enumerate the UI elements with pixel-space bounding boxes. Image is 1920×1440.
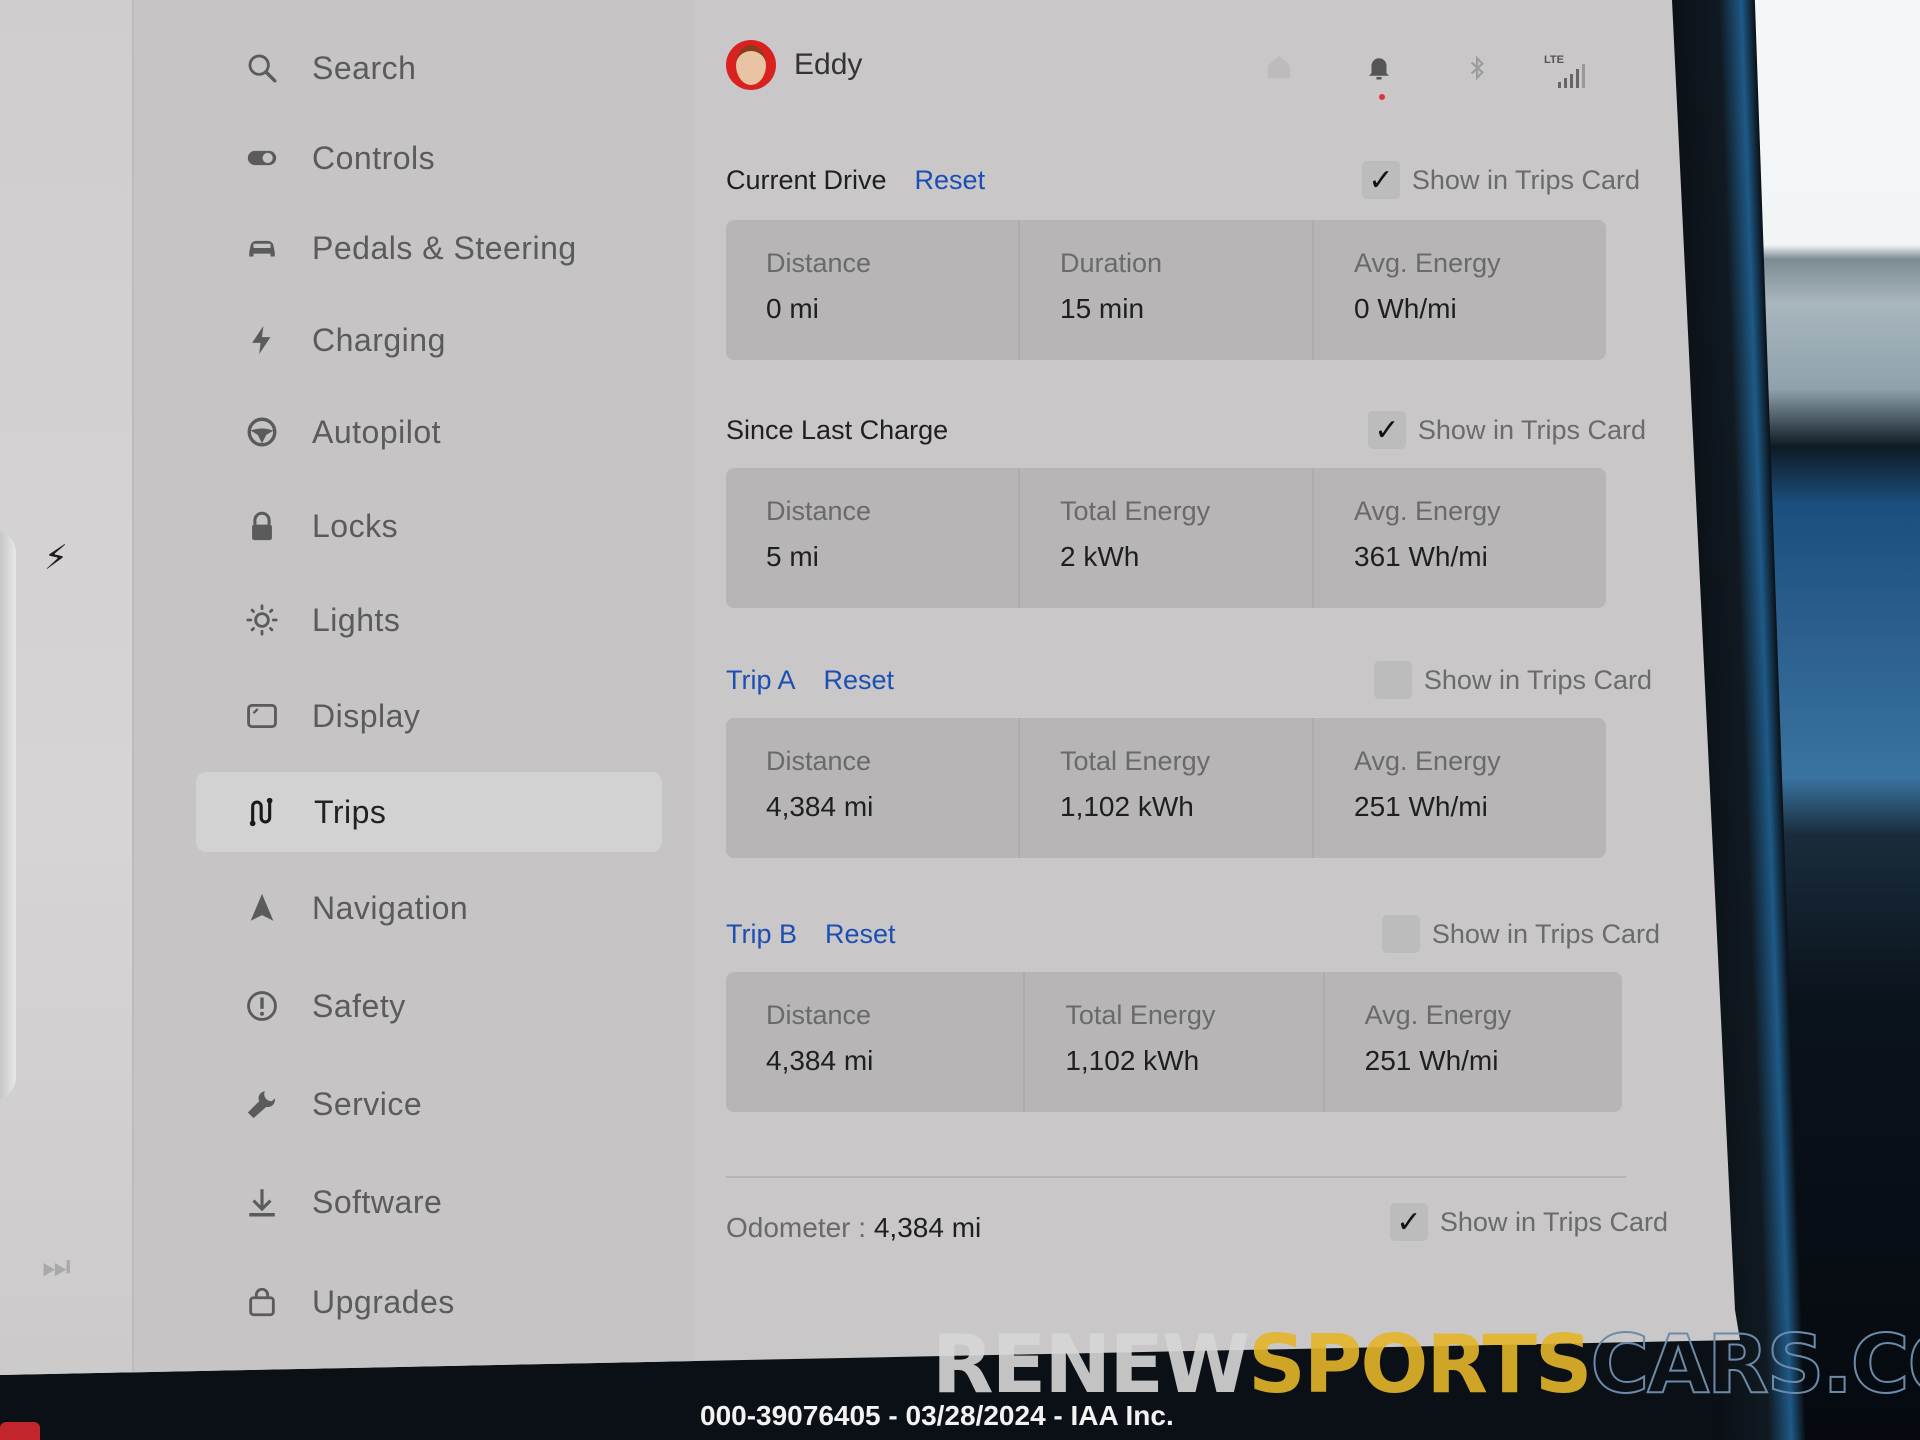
sidebar-item-service[interactable]: Service (194, 1064, 674, 1144)
watermark: RENEWSPORTSCARS.COM (932, 1317, 1920, 1412)
car-image (0, 530, 16, 1100)
trip-a-reset-button[interactable]: Reset (824, 665, 895, 696)
divider (726, 1176, 1626, 1178)
taskbar-app-icon[interactable] (0, 1422, 40, 1440)
profile-button[interactable]: Eddy (726, 40, 862, 90)
sidebar-item-pedals-steering[interactable]: Pedals & Steering (194, 208, 674, 288)
section-title: Trip B (726, 918, 798, 949)
sidebar-item-autopilot[interactable]: Autopilot (194, 392, 674, 472)
sidebar-item-display[interactable]: Display (194, 676, 674, 756)
section-title: Trip A (726, 664, 796, 695)
car-status-panel: ⚡︎ ⏭︎ (0, 0, 134, 1375)
trips-panel: Eddy LTE Current Drive Reset ✓ Show in T… (694, 0, 1694, 1375)
steering-wheel-icon (238, 415, 286, 449)
profile-name: Eddy (794, 48, 863, 81)
trips-route-icon (240, 795, 288, 829)
sidebar-item-safety[interactable]: Safety (194, 966, 674, 1046)
sidebar-item-controls[interactable]: Controls (194, 118, 674, 198)
stat-cell: Avg. Energy 251 Wh/mi (1354, 746, 1501, 822)
sidebar-item-charging[interactable]: Charging (194, 300, 674, 380)
touchscreen: ⚡︎ ⏭︎ Search Controls Pedals & Steering … (0, 0, 1740, 1375)
checkbox-unchecked (1373, 661, 1412, 699)
current-drive-card: Distance 0 mi Duration 15 min Avg. Energy 0… (726, 220, 1606, 360)
car-icon (238, 231, 286, 265)
since-last-charge-card: Distance 5 mi Total Energy 2 kWh Avg. Ener… (726, 468, 1606, 608)
photo-caption: 000-39076405 - 03/28/2024 - IAA Inc. (700, 1400, 1174, 1431)
wrench-icon (238, 1087, 286, 1121)
since-last-charge-show-checkbox[interactable]: ✓ Show in Trips Card (1367, 411, 1646, 449)
search-icon (238, 51, 286, 85)
odometer-row: ✓ Show in Trips Card (726, 1202, 1668, 1242)
odometer-show-checkbox[interactable]: ✓ Show in Trips Card (1389, 1203, 1668, 1241)
trip-b-show-checkbox[interactable]: Show in Trips Card (1381, 915, 1660, 953)
shopping-bag-icon (238, 1285, 286, 1319)
stat-cell: Total Energy 1,102 kWh (1020, 718, 1314, 858)
stat-cell: Avg. Energy 251 Wh/mi (1364, 1000, 1512, 1076)
safety-alert-icon (238, 989, 286, 1023)
section-title: Since Last Charge (726, 414, 949, 445)
section-title: Current Drive (726, 164, 887, 195)
current-drive-reset-button[interactable]: Reset (915, 165, 986, 196)
navigation-arrow-icon (238, 891, 286, 925)
sidebar-item-locks[interactable]: Locks (194, 486, 674, 566)
charging-bolt-icon (238, 323, 286, 357)
sidebar-item-trips[interactable]: Trips (196, 772, 662, 852)
stat-cell: Distance 5 mi (726, 468, 1020, 608)
notification-dot (1379, 94, 1385, 100)
stat-cell: Distance 4,384 mi (726, 972, 1026, 1112)
current-drive-header: Current Drive Reset ✓ Show in Trips Card (726, 160, 1640, 200)
toggle-icon (238, 141, 286, 175)
since-last-charge-header: Since Last Charge ✓ Show in Trips Card (726, 410, 1646, 450)
stat-cell: Duration 15 min (1020, 220, 1314, 360)
stat-cell: Distance 0 mi (726, 220, 1020, 360)
bluetooth-icon[interactable] (1464, 50, 1490, 86)
trip-b-card: Distance 4,384 mi Total Energy 1,102 kWh A… (726, 972, 1622, 1112)
avatar (726, 40, 776, 90)
lock-icon (238, 509, 286, 543)
checkmark-icon: ✓ (1389, 1203, 1428, 1241)
checkbox-unchecked (1381, 915, 1420, 953)
charging-bolt-icon: ⚡︎ (44, 539, 68, 577)
stat-cell: Avg. Energy 361 Wh/mi (1354, 496, 1501, 572)
notifications[interactable] (1364, 50, 1400, 100)
bell-icon (1369, 58, 1389, 80)
trip-a-card: Distance 4,384 mi Total Energy 1,102 kWh A… (726, 718, 1606, 858)
trip-a-header: Trip A Reset Show in Trips Card (726, 660, 1652, 700)
display-icon (238, 699, 286, 733)
sidebar-item-lights[interactable]: Lights (194, 580, 674, 660)
current-drive-show-checkbox[interactable]: ✓ Show in Trips Card (1361, 161, 1640, 199)
download-icon (238, 1185, 286, 1219)
home-icon[interactable] (1264, 50, 1294, 84)
trip-b-header: Trip B Reset Show in Trips Card (726, 914, 1660, 954)
sidebar-item-software[interactable]: Software (194, 1162, 674, 1242)
stat-cell: Total Energy 1,102 kWh (1025, 972, 1325, 1112)
trip-b-reset-button[interactable]: Reset (825, 919, 896, 950)
checkmark-icon: ✓ (1361, 161, 1400, 199)
stat-cell: Distance 4,384 mi (726, 718, 1020, 858)
settings-sidebar: Search Controls Pedals & Steering Chargi… (134, 0, 694, 1375)
checkmark-icon: ✓ (1367, 411, 1406, 449)
media-next-icon[interactable]: ⏭︎ (42, 1248, 71, 1286)
stat-cell: Avg. Energy 0 Wh/mi (1354, 248, 1501, 324)
sidebar-item-search[interactable]: Search (194, 28, 674, 108)
stat-cell: Total Energy 2 kWh (1020, 468, 1314, 608)
light-bulb-icon (238, 603, 286, 637)
trip-a-show-checkbox[interactable]: Show in Trips Card (1373, 661, 1652, 699)
sidebar-item-upgrades[interactable]: Upgrades (194, 1262, 674, 1342)
lte-signal-icon: LTE (1544, 50, 1604, 90)
sidebar-item-navigation[interactable]: Navigation (194, 868, 674, 948)
status-bar: LTE (1254, 50, 1694, 110)
